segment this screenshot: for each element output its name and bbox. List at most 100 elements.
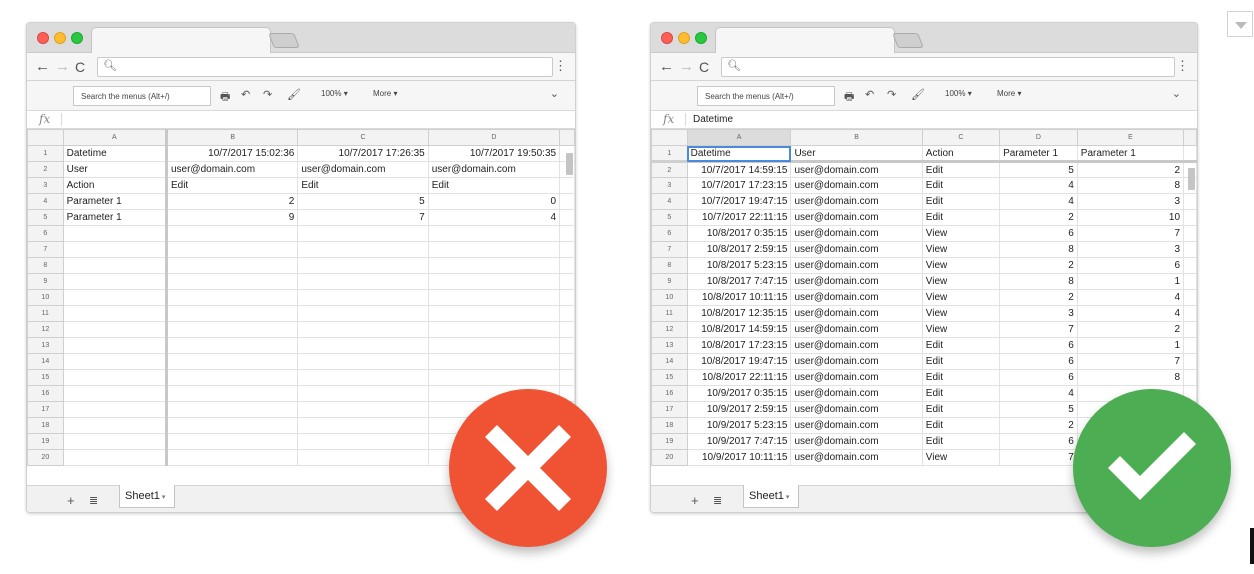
grid-cell[interactable]: Edit	[921, 369, 1001, 386]
grid-cell[interactable]	[62, 369, 168, 386]
search-menus-input[interactable]: Search the menus (Alt+/)	[697, 86, 835, 106]
new-tab-button[interactable]	[892, 33, 924, 48]
grid-cell[interactable]: 10/8/2017 2:59:15	[686, 241, 792, 258]
grid-cell[interactable]	[297, 273, 429, 290]
grid-cell[interactable]: 6	[999, 225, 1078, 242]
grid-cell[interactable]: Edit	[921, 433, 1001, 450]
column-header[interactable]: B	[165, 129, 299, 146]
row-header[interactable]: 10	[651, 289, 688, 306]
print-icon[interactable]: 🖶	[220, 88, 230, 107]
row-header[interactable]: 18	[27, 417, 64, 434]
grid-cell[interactable]: user@domain.com	[790, 177, 923, 194]
header-cell[interactable]: User	[790, 145, 923, 163]
grid-cell[interactable]: 4	[999, 385, 1078, 402]
column-header[interactable]: E	[1076, 129, 1185, 146]
grid-cell[interactable]: user@domain.com	[790, 321, 923, 338]
grid-cell[interactable]: 2	[1076, 321, 1185, 338]
row-header[interactable]: 13	[651, 337, 688, 354]
row-header[interactable]: 14	[27, 353, 64, 370]
grid-cell[interactable]: 6	[999, 369, 1078, 386]
search-menus-input[interactable]: Search the menus (Alt+/)	[73, 86, 211, 106]
grid-cell[interactable]	[62, 385, 168, 402]
row-header[interactable]: 13	[27, 337, 64, 354]
row-header[interactable]: 19	[27, 433, 64, 450]
grid-cell[interactable]: User	[62, 161, 168, 178]
grid-cell[interactable]: user@domain.com	[165, 161, 299, 178]
more-menu[interactable]: More ▾	[373, 89, 397, 98]
grid-cell[interactable]: user@domain.com	[790, 353, 923, 370]
grid-cell[interactable]	[427, 353, 561, 370]
url-input[interactable]: 🔍︎	[721, 57, 1175, 77]
grid-cell[interactable]: user@domain.com	[790, 385, 923, 402]
sheet-tab[interactable]: Sheet1 ▾	[119, 485, 175, 508]
grid-cell[interactable]: user@domain.com	[790, 241, 923, 258]
row-header[interactable]: 7	[27, 241, 64, 258]
grid-cell[interactable]: user@domain.com	[790, 225, 923, 242]
row-header[interactable]: 8	[651, 257, 688, 274]
chevron-down-icon[interactable]: ⌄	[1172, 87, 1181, 100]
grid-cell[interactable]: 2	[999, 289, 1078, 306]
row-header[interactable]: 18	[651, 417, 688, 434]
browser-tab[interactable]	[91, 27, 271, 54]
row-header[interactable]: 9	[651, 273, 688, 290]
grid-cell[interactable]	[297, 417, 429, 434]
reload-icon[interactable]: C	[699, 58, 709, 76]
grid-cell[interactable]: 10/8/2017 7:47:15	[686, 273, 792, 290]
grid-cell[interactable]: 7	[1076, 225, 1185, 242]
more-menu[interactable]: More ▾	[997, 89, 1021, 98]
grid-cell[interactable]	[427, 289, 561, 306]
grid-cell[interactable]	[62, 401, 168, 418]
column-header[interactable]: C	[921, 129, 1001, 146]
row-header[interactable]: 20	[27, 449, 64, 466]
grid-cell[interactable]: Edit	[921, 161, 1001, 178]
row-header[interactable]: 7	[651, 241, 688, 258]
reload-icon[interactable]: C	[75, 58, 85, 76]
grid-cell[interactable]: Edit	[921, 401, 1001, 418]
grid-cell[interactable]: View	[921, 273, 1001, 290]
grid-cell[interactable]: View	[921, 225, 1001, 242]
grid-cell[interactable]: 10/9/2017 10:11:15	[686, 449, 792, 466]
grid-cell[interactable]: Edit	[921, 417, 1001, 434]
grid-cell[interactable]: 10/8/2017 10:11:15	[686, 289, 792, 306]
grid-cell[interactable]: 4	[1076, 305, 1185, 322]
grid-cell[interactable]: 10/7/2017 14:59:15	[686, 161, 792, 178]
row-header[interactable]: 17	[651, 401, 688, 418]
row-header[interactable]: 6	[27, 225, 64, 242]
row-header[interactable]: 8	[27, 257, 64, 274]
grid-cell[interactable]	[297, 289, 429, 306]
column-header[interactable]: D	[427, 129, 561, 146]
row-header[interactable]: 2	[27, 161, 64, 178]
grid-cell[interactable]: 6	[999, 433, 1078, 450]
grid-cell[interactable]	[62, 337, 168, 354]
add-sheet-icon[interactable]: +	[67, 493, 75, 508]
grid-cell[interactable]	[165, 385, 299, 402]
grid-cell[interactable]: 10/9/2017 7:47:15	[686, 433, 792, 450]
grid-cell[interactable]: 6	[1076, 257, 1185, 274]
grid-cell[interactable]	[427, 273, 561, 290]
minimize-window-button[interactable]	[678, 32, 690, 44]
grid-cell[interactable]: 10/8/2017 17:23:15	[686, 337, 792, 354]
grid-cell[interactable]: 10/8/2017 12:35:15	[686, 305, 792, 322]
row-header[interactable]: 11	[651, 305, 688, 322]
browser-menu-icon[interactable]: ⋮	[1176, 58, 1189, 74]
grid-cell[interactable]: 10/8/2017 22:11:15	[686, 369, 792, 386]
grid-cell[interactable]: 8	[1076, 369, 1185, 386]
grid-cell[interactable]	[297, 241, 429, 258]
grid-cell[interactable]	[297, 385, 429, 402]
grid-cell[interactable]: 8	[1076, 177, 1185, 194]
grid-cell[interactable]	[165, 353, 299, 370]
corner-cell[interactable]	[27, 129, 64, 146]
grid-cell[interactable]: 6	[999, 353, 1078, 370]
header-cell[interactable]: Parameter 1	[1076, 145, 1185, 163]
add-sheet-icon[interactable]: +	[691, 493, 699, 508]
grid-cell[interactable]: Edit	[921, 209, 1001, 226]
grid-cell[interactable]	[297, 305, 429, 322]
row-header[interactable]: 14	[651, 353, 688, 370]
grid-cell[interactable]: user@domain.com	[297, 161, 429, 178]
grid-cell[interactable]	[297, 369, 429, 386]
grid-cell[interactable]	[297, 433, 429, 450]
row-header[interactable]: 12	[651, 321, 688, 338]
grid-cell[interactable]: user@domain.com	[427, 161, 561, 178]
paint-format-icon[interactable]: 🖌	[911, 88, 925, 101]
grid-cell[interactable]	[62, 417, 168, 434]
